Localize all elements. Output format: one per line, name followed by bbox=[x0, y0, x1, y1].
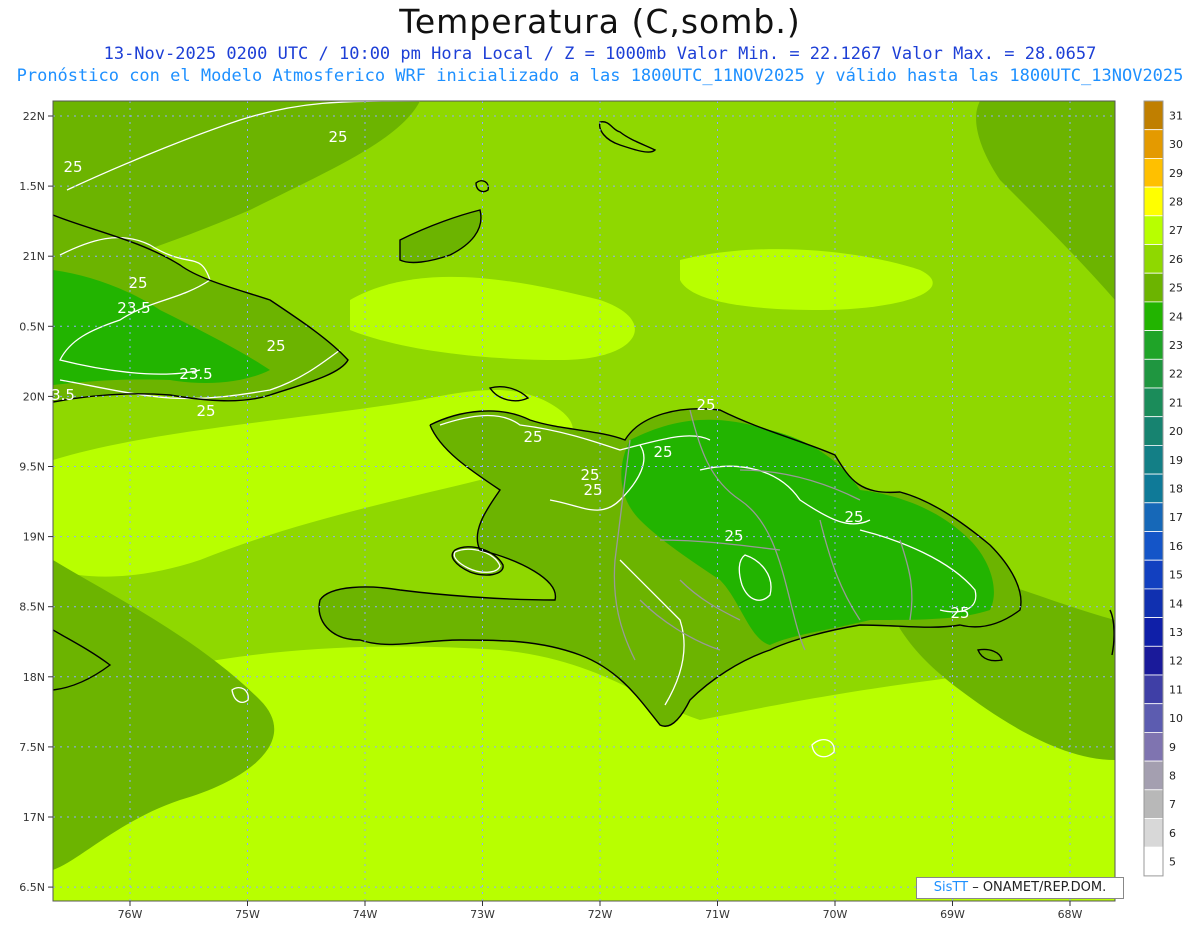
lat-tick-label: 18N bbox=[23, 671, 45, 684]
lon-tick-label: 71W bbox=[705, 908, 730, 921]
colorbar-label: 6 bbox=[1169, 827, 1176, 840]
lat-tick-label: 6.5N bbox=[19, 881, 45, 894]
contour-label: 3.5 bbox=[51, 386, 75, 404]
lon-tick-label: 68W bbox=[1058, 908, 1083, 921]
contour-label: 25 bbox=[523, 428, 542, 446]
credit-box: SisTT – ONAMET/REP.DOM. bbox=[916, 877, 1124, 899]
colorbar-label: 8 bbox=[1169, 769, 1176, 782]
colorbar-label: 11 bbox=[1169, 683, 1183, 696]
colorbar-label: 26 bbox=[1169, 253, 1183, 266]
contour-label: 25 bbox=[653, 443, 672, 461]
colorbar-swatch bbox=[1143, 732, 1164, 762]
lon-tick-label: 74W bbox=[353, 908, 378, 921]
lon-tick-label: 76W bbox=[118, 908, 143, 921]
contour-label: 23.5 bbox=[117, 299, 150, 317]
colorbar-swatch bbox=[1143, 789, 1164, 819]
colorbar-label: 23 bbox=[1169, 339, 1183, 352]
colorbar-label: 28 bbox=[1169, 195, 1183, 208]
colorbar-swatch bbox=[1143, 244, 1164, 274]
colorbar-swatch bbox=[1143, 703, 1164, 733]
lat-tick-label: 21N bbox=[23, 250, 45, 263]
colorbar-label: 12 bbox=[1169, 655, 1183, 668]
colorbar-swatch bbox=[1143, 502, 1164, 532]
colorbar-swatch bbox=[1143, 129, 1164, 159]
contour-label: 25 bbox=[196, 402, 215, 420]
contour-label: 23.5 bbox=[179, 365, 212, 383]
colorbar-swatch bbox=[1143, 645, 1164, 676]
lat-tick-label: 1.5N bbox=[19, 180, 45, 193]
contour-label: 25 bbox=[580, 466, 599, 484]
lat-tick-label: 0.5N bbox=[19, 320, 45, 333]
colorbar-label: 17 bbox=[1169, 511, 1183, 524]
colorbar-swatch bbox=[1143, 186, 1164, 217]
colorbar-swatch bbox=[1143, 846, 1164, 877]
colorbar-label: 20 bbox=[1169, 425, 1183, 438]
colorbar-swatch bbox=[1143, 674, 1164, 705]
lat-tick-label: 9.5N bbox=[19, 461, 45, 474]
contour-label: 25 bbox=[328, 128, 347, 146]
colorbar-swatch bbox=[1143, 272, 1164, 303]
colorbar-swatch bbox=[1143, 330, 1164, 360]
colorbar-swatch bbox=[1143, 444, 1164, 475]
colorbar-label: 15 bbox=[1169, 569, 1183, 582]
colorbar-label: 5 bbox=[1169, 856, 1176, 869]
colorbar-label: 24 bbox=[1169, 310, 1183, 323]
colorbar-swatch bbox=[1143, 531, 1164, 561]
colorbar-label: 27 bbox=[1169, 224, 1183, 237]
lon-tick-label: 73W bbox=[470, 908, 495, 921]
colorbar-label: 29 bbox=[1169, 167, 1183, 180]
colorbar-swatch bbox=[1143, 215, 1164, 245]
contour-label: 25 bbox=[724, 527, 743, 545]
colorbar-swatch bbox=[1143, 157, 1164, 188]
colorbar-label: 30 bbox=[1169, 138, 1183, 151]
colorbar-swatch bbox=[1143, 473, 1164, 504]
colorbar-swatch bbox=[1143, 358, 1164, 389]
lat-tick-label: 17N bbox=[23, 811, 45, 824]
colorbar-swatch bbox=[1143, 301, 1164, 331]
colorbar-label: 25 bbox=[1169, 282, 1183, 295]
lat-tick-label: 7.5N bbox=[19, 741, 45, 754]
temperature-shading bbox=[53, 101, 1115, 901]
colorbar: 31 30 29 28 27 26 25 24 23 22 21 20 19 18 17 16 15 14 13 12… bbox=[1143, 100, 1183, 877]
lat-tick-label: 19N bbox=[23, 531, 45, 544]
colorbar-label: 7 bbox=[1169, 798, 1176, 811]
colorbar-swatch bbox=[1143, 387, 1164, 418]
colorbar-label: 31 bbox=[1169, 109, 1183, 122]
lat-tick-label: 8.5N bbox=[19, 601, 45, 614]
colorbar-label: 18 bbox=[1169, 482, 1183, 495]
contour-label: 25 bbox=[696, 396, 715, 414]
lon-tick-label: 69W bbox=[940, 908, 965, 921]
lon-tick-label: 70W bbox=[823, 908, 848, 921]
contour-label: 25 bbox=[844, 508, 863, 526]
contour-label: 25 bbox=[266, 337, 285, 355]
colorbar-label: 9 bbox=[1169, 741, 1176, 754]
colorbar-swatch bbox=[1143, 100, 1164, 131]
colorbar-swatch bbox=[1143, 760, 1164, 791]
colorbar-label: 22 bbox=[1169, 368, 1183, 381]
longitude-axis: 76W 75W 74W 73W 72W 71W 70W 69W 68W bbox=[118, 901, 1083, 921]
sispi-logo: SisTT bbox=[933, 880, 969, 895]
contour-label: 25 bbox=[950, 604, 969, 622]
colorbar-label: 10 bbox=[1169, 712, 1183, 725]
colorbar-swatch bbox=[1143, 416, 1164, 446]
colorbar-label: 14 bbox=[1169, 597, 1183, 610]
lon-tick-label: 75W bbox=[235, 908, 260, 921]
colorbar-label: 19 bbox=[1169, 454, 1183, 467]
colorbar-swatch bbox=[1143, 559, 1164, 590]
colorbar-swatch bbox=[1143, 617, 1164, 647]
lat-tick-label: 22N bbox=[23, 110, 45, 123]
colorbar-label: 21 bbox=[1169, 396, 1183, 409]
credit-text: – ONAMET/REP.DOM. bbox=[968, 880, 1107, 895]
contour-label: 25 bbox=[128, 274, 147, 292]
colorbar-label: 13 bbox=[1169, 626, 1183, 639]
lon-tick-label: 72W bbox=[588, 908, 613, 921]
temperature-map: 22N 1.5N 21N 0.5N 20N 9.5N 19N 8.5N 18N 7.5N 17N 6.… bbox=[19, 100, 1183, 921]
colorbar-swatch bbox=[1143, 588, 1164, 619]
contour-label: 25 bbox=[63, 158, 82, 176]
lat-tick-label: 20N bbox=[23, 390, 45, 403]
latitude-axis: 22N 1.5N 21N 0.5N 20N 9.5N 19N 8.5N 18N 7.5N 17N 6.… bbox=[19, 110, 53, 894]
colorbar-label: 16 bbox=[1169, 540, 1183, 553]
colorbar-swatch bbox=[1143, 818, 1164, 848]
